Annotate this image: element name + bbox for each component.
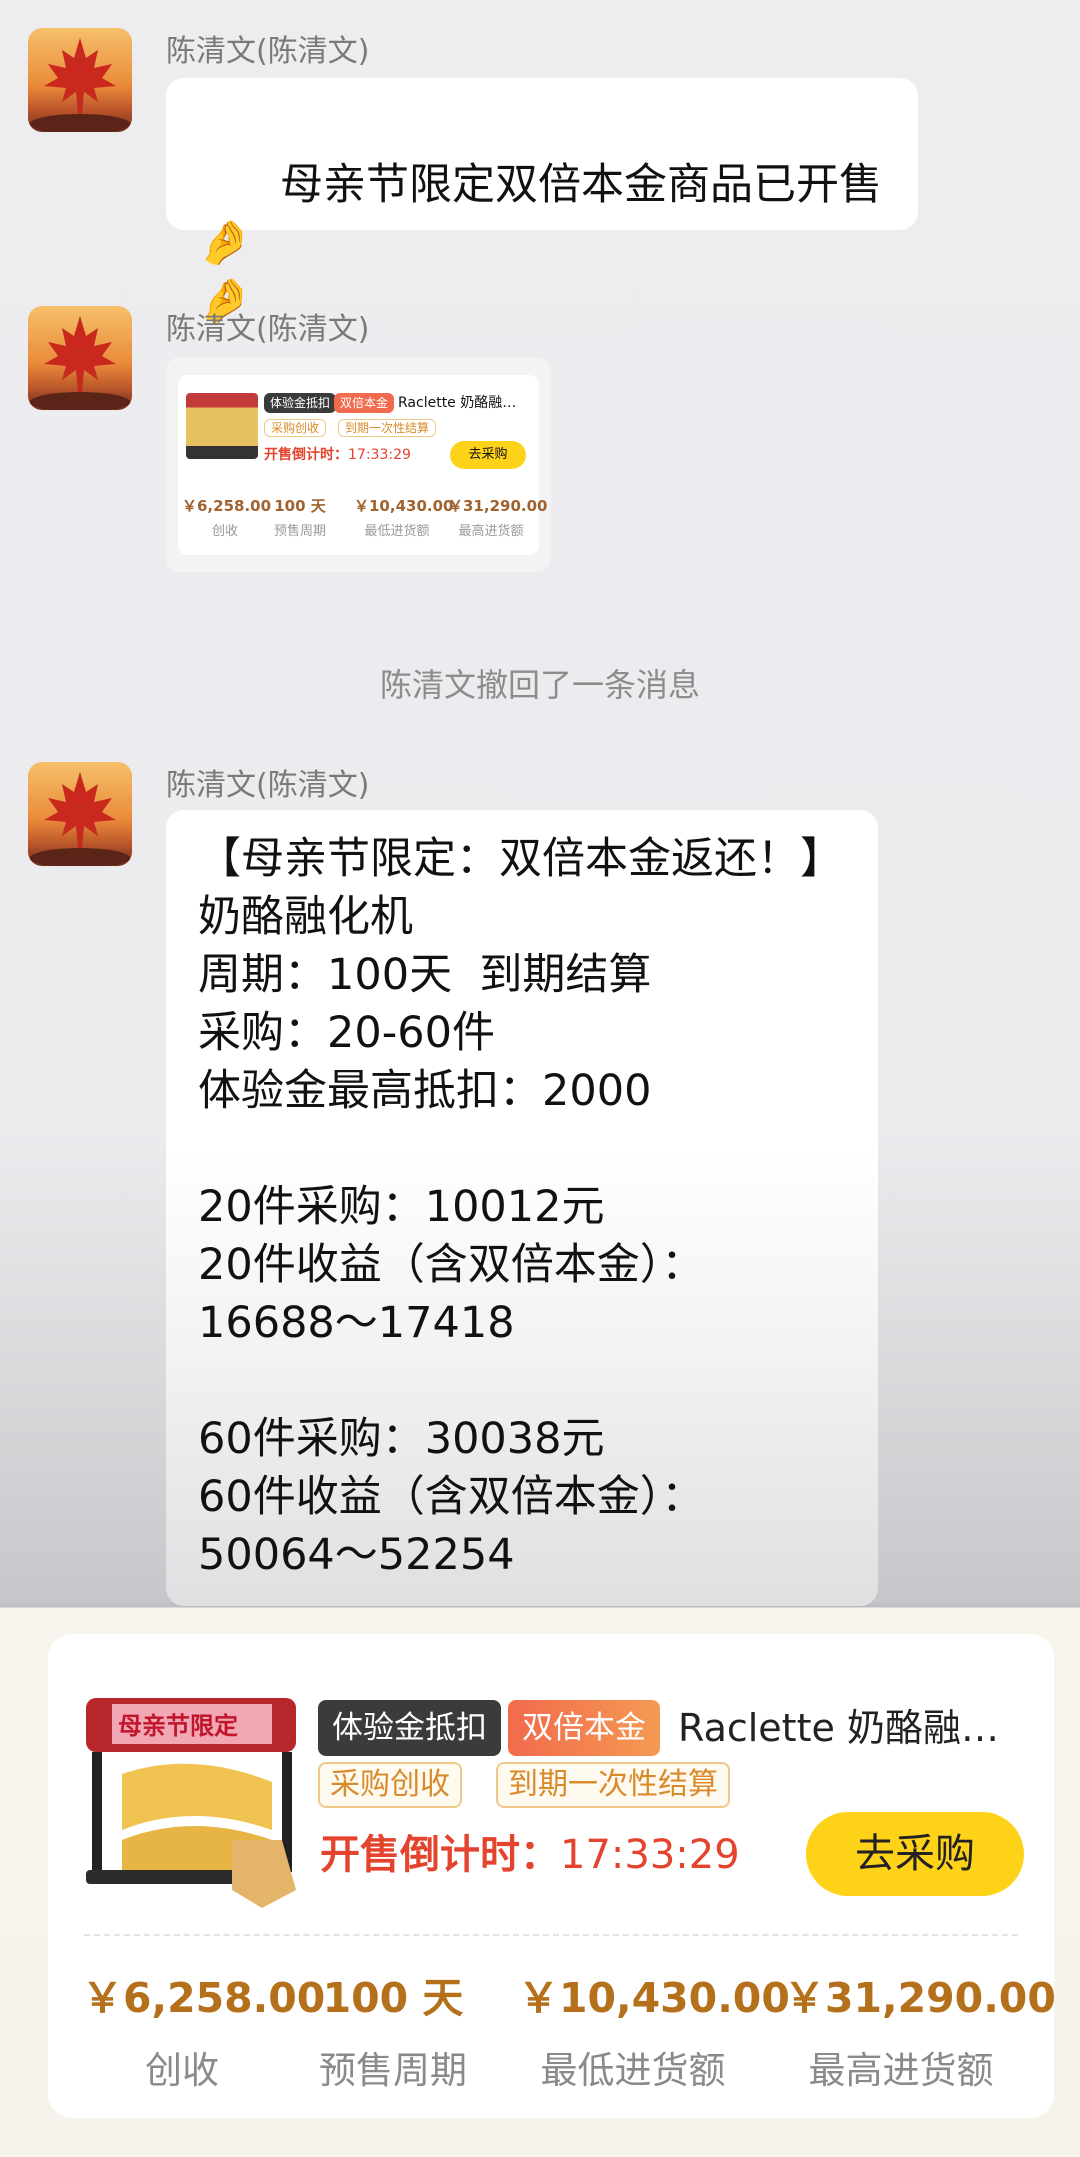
message-bubble[interactable]: 母亲节限定双倍本金商品已开售🤌 🤌 (166, 78, 918, 326)
maple-leaf-icon (30, 316, 130, 410)
shared-product-card[interactable]: 体验金抵扣 双倍本金 Raclette 奶酪融… 采购创收 到期一次性结算 开售… (166, 357, 551, 572)
recall-notice: 陈清文撤回了一条消息 (379, 666, 700, 704)
product-title: Raclette 奶酪融… (678, 1706, 999, 1750)
product-card[interactable]: 母亲节限定 体验金抵扣 双倍本金 Raclette 奶酪融… 采购创收 到期一次… (48, 1634, 1056, 2118)
sender-avatar[interactable] (28, 28, 132, 132)
countdown-time: 17:33:29 (560, 1832, 740, 1878)
tag-settlement: 到期一次性结算 (338, 419, 437, 437)
sender-name: 陈清文(陈清文) (166, 768, 370, 803)
sender-name: 陈清文(陈清文) (166, 312, 370, 347)
product-thumbnail (186, 393, 258, 459)
maple-leaf-icon (30, 772, 130, 866)
message-bubble[interactable]: 【母亲节限定：双倍本金返还！】 奶酪融化机 周期：100天 到期结算 采购：20… (166, 810, 878, 1606)
sender-avatar[interactable] (28, 762, 132, 866)
stat-max-purchase: ￥31,290.00 最高进货额 (448, 497, 548, 539)
stat-income: ￥6,258.00 创收 (182, 497, 272, 539)
stat-income: ￥6,258.00 创收 (82, 1974, 326, 2092)
tag-experience-deduction: 体验金抵扣 (264, 393, 337, 413)
stat-max-purchase: ￥31,290.00 最高进货额 (784, 1974, 1056, 2092)
countdown-label: 开售倒计时： (320, 1832, 560, 1878)
buy-button[interactable]: 去采购 (450, 441, 526, 469)
tag-settlement: 到期一次性结算 (496, 1762, 730, 1808)
message-text: 母亲节限定双倍本金商品已开售 (280, 160, 883, 210)
tag-purchase-income: 采购创收 (264, 419, 327, 437)
stat-min-purchase: ￥10,430.00 最低进货额 (354, 497, 454, 539)
buy-button[interactable]: 去采购 (806, 1812, 1024, 1896)
stat-min-purchase: ￥10,430.00 最低进货额 (518, 1974, 790, 2092)
product-image-banner: 母亲节限定 (118, 1711, 238, 1740)
maple-leaf-icon (30, 38, 130, 132)
divider (84, 1934, 1018, 1936)
countdown: 开售倒计时：17:33:29 (320, 1820, 740, 1890)
tag-double-principal: 双倍本金 (334, 393, 395, 413)
product-title: Raclette 奶酪融… (398, 395, 517, 411)
tag-experience-deduction: 体验金抵扣 (318, 1700, 501, 1756)
pinched-fingers-icon: 🤌 (198, 218, 252, 268)
tag-double-principal: 双倍本金 (508, 1700, 660, 1756)
stat-presale-period: 100 天 预售周期 (319, 1974, 467, 2092)
tag-purchase-income: 采购创收 (318, 1762, 462, 1808)
sender-name: 陈清文(陈清文) (166, 34, 370, 69)
product-image: 母亲节限定 (82, 1690, 308, 1912)
message-text: 【母亲节限定：双倍本金返还！】 奶酪融化机 周期：100天 到期结算 采购：20… (198, 834, 843, 1580)
countdown: 开售倒计时：17:33:29 (264, 447, 411, 463)
sender-avatar[interactable] (28, 306, 132, 410)
stat-presale-period: 100 天预售周期 (273, 497, 326, 539)
